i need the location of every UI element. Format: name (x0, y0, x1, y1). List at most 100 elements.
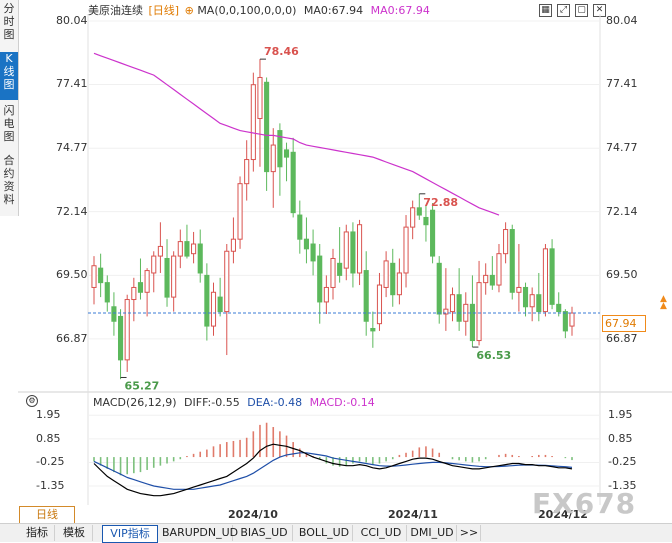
price-tick-left: 80.04 (56, 14, 88, 27)
tab-dmi[interactable]: DMI_UD (408, 525, 457, 541)
macd-value: MACD:-0.14 (309, 396, 375, 409)
candle-body (489, 274, 495, 286)
high-label: 78.46 (264, 45, 299, 58)
candle-body (270, 144, 276, 173)
macd-tick-left: 0.85 (36, 431, 61, 445)
macd-header: MACD(26,12,9) DIFF:-0.55 DEA:-0.48 MACD:… (93, 396, 375, 409)
candle-body (403, 226, 409, 274)
candle-body (516, 286, 522, 293)
candle-body (469, 303, 475, 342)
candle-body (423, 216, 429, 226)
candle-body (297, 214, 303, 240)
macd-tick-left: -0.25 (36, 455, 65, 469)
candle-body (476, 282, 482, 342)
candle-body (496, 253, 502, 286)
x-label-nov: 2024/11 (388, 508, 438, 521)
macd-tick-right: 1.95 (608, 408, 633, 422)
candle-body (217, 296, 223, 313)
candle-body (522, 286, 529, 308)
macd-tick-right: 0.85 (608, 431, 633, 445)
low-left-label: 65.27 (125, 379, 160, 392)
candle-body (137, 282, 144, 293)
price-tick-left: 74.77 (56, 141, 88, 155)
candle-body (383, 260, 389, 288)
price-arrows-icon[interactable]: ▲ ▲ (660, 295, 667, 311)
candle-body (124, 299, 130, 361)
indicator-tab-bar: 指标 模板 VIP指标 BARUPDN_UD BIAS_UD BOLL_UD C… (0, 523, 672, 543)
candle-body (569, 312, 575, 327)
candle-body (171, 255, 177, 298)
candle-body (91, 265, 97, 288)
period-button[interactable]: 日线 (19, 506, 75, 524)
x-label-oct: 2024/10 (228, 508, 278, 521)
macd-settings-icon[interactable]: ⚙ (26, 395, 38, 407)
candle-body (410, 207, 416, 228)
candle-body (343, 231, 349, 269)
candle-body (542, 248, 549, 313)
candle-body (483, 274, 489, 284)
price-tick-right: 77.41 (606, 77, 638, 91)
candle-body (536, 294, 542, 313)
candle-body (131, 286, 137, 301)
candle-body (250, 84, 256, 161)
tab-barupdn[interactable]: BARUPDN_UD (162, 525, 238, 541)
candle-body (529, 294, 535, 308)
candle-body (390, 262, 396, 296)
candle-body (230, 238, 236, 252)
tab-indicators[interactable]: 指标 (20, 525, 55, 541)
diff-value: DIFF:-0.55 (184, 396, 240, 409)
candle-body (244, 159, 250, 185)
candle-body (210, 291, 217, 327)
candle-body (317, 255, 323, 303)
price-tick-right: 66.87 (606, 331, 638, 345)
candle-body (257, 76, 263, 120)
candle-body (151, 255, 157, 274)
candle-body (449, 294, 456, 313)
price-tick-right: 69.50 (606, 268, 638, 282)
candle-body (370, 327, 376, 332)
price-tick-left: 69.50 (56, 268, 88, 282)
price-tick-right: 74.77 (606, 141, 638, 155)
price-tick-left: 72.14 (56, 204, 88, 218)
dea-line (93, 452, 573, 490)
candle-body (111, 306, 117, 322)
candle-body (436, 262, 442, 315)
watermark: FX678 (532, 487, 637, 520)
candle-body (191, 243, 197, 255)
candle-body (98, 267, 104, 284)
candle-body (264, 81, 270, 173)
candle-body (509, 229, 515, 293)
tab-more[interactable]: >> (458, 525, 481, 541)
macd-tick-right: -0.25 (608, 455, 637, 469)
candle-body (144, 270, 150, 293)
tab-bias[interactable]: BIAS_UD (236, 525, 293, 541)
candle-body (224, 250, 230, 313)
last-price-flag: 67.94 (602, 315, 646, 333)
macd-tick-left: 1.95 (36, 408, 61, 422)
ma0-line (93, 52, 500, 216)
candle-body (204, 274, 210, 327)
price-chart[interactable]: 78.46 72.88 65.27 66.53 (0, 0, 672, 541)
candle-body (197, 243, 203, 274)
candle-body (556, 303, 562, 313)
candle-body (323, 286, 329, 303)
mid-high-label: 72.88 (423, 196, 458, 209)
candle-body (337, 262, 343, 276)
tab-vip-indicators[interactable]: VIP指标 (102, 525, 158, 543)
candle-body (416, 207, 422, 216)
candle-body (350, 231, 356, 274)
price-tick-right: 80.04 (606, 14, 638, 27)
candle-body (430, 209, 436, 257)
macd-params: MACD(26,12,9) (93, 396, 177, 409)
candle-body (363, 270, 369, 322)
tab-boll[interactable]: BOLL_UD (296, 525, 353, 541)
candle-body (549, 248, 555, 305)
candle-body (117, 315, 124, 361)
candle-body (104, 282, 110, 303)
tab-templates[interactable]: 模板 (56, 525, 93, 541)
tab-cci[interactable]: CCI_UD (356, 525, 407, 541)
candle-body (283, 149, 290, 158)
low-right-label: 66.53 (476, 349, 511, 362)
candle-body (177, 241, 183, 257)
candle-body (356, 224, 363, 274)
